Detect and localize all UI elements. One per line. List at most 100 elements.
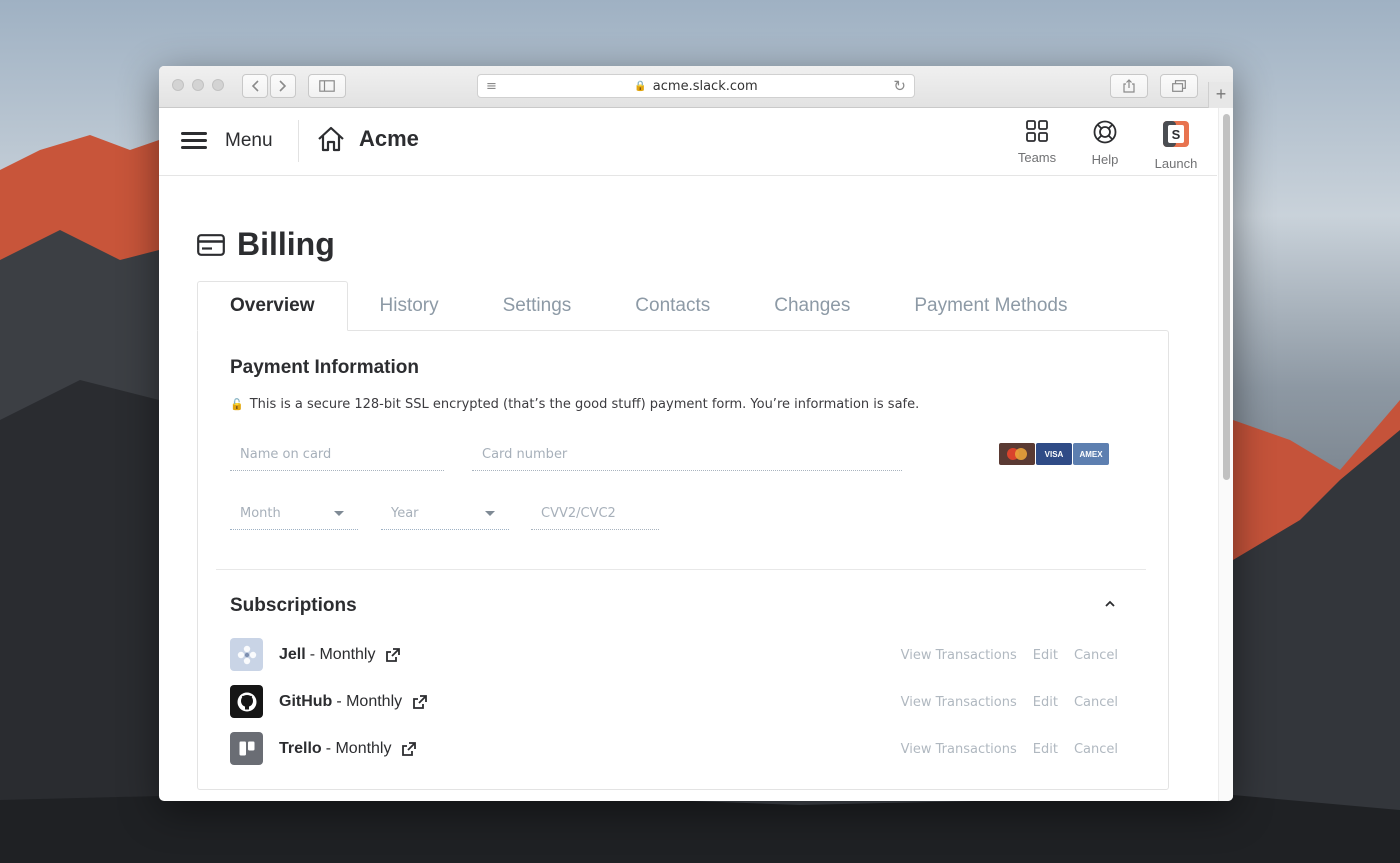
help-button[interactable]: Help (1075, 120, 1135, 167)
grid-icon (1026, 120, 1048, 142)
trello-logo-icon (230, 732, 263, 765)
new-tab-button[interactable]: + (1208, 82, 1233, 108)
credit-card-icon (197, 233, 225, 256)
tab-contacts[interactable]: Contacts (603, 281, 742, 331)
subscription-plan: - Monthly (325, 740, 392, 757)
payment-information-title: Payment Information (230, 357, 419, 378)
subscription-actions: View Transactions Edit Cancel (885, 695, 1118, 710)
reader-icon[interactable]: ≡ (486, 79, 497, 94)
svg-text:S: S (1172, 127, 1181, 142)
year-select-label: Year (391, 506, 419, 521)
chevron-left-icon (251, 80, 259, 92)
view-transactions-link[interactable]: View Transactions (901, 742, 1017, 757)
tab-history[interactable]: History (348, 281, 471, 331)
subscription-title: GitHub (279, 693, 333, 710)
page-heading: Billing (237, 226, 335, 262)
secure-note: 🔓 This is a secure 128-bit SSL encrypted… (230, 397, 919, 412)
browser-toolbar: ≡ 🔒 acme.slack.com ↻ (159, 66, 1233, 108)
subscription-row: Jell - Monthly View Transactions Edit Ca… (230, 638, 1118, 672)
year-select[interactable]: Year (381, 498, 509, 530)
cancel-link[interactable]: Cancel (1074, 742, 1118, 757)
view-transactions-link[interactable]: View Transactions (901, 648, 1017, 663)
back-button[interactable] (242, 74, 268, 98)
external-link-icon[interactable] (385, 647, 401, 663)
reload-icon[interactable]: ↻ (893, 77, 906, 95)
url-text: acme.slack.com (652, 78, 758, 94)
share-button[interactable] (1110, 74, 1148, 98)
close-window-button[interactable] (172, 79, 184, 91)
share-icon (1123, 79, 1135, 93)
subscription-actions: View Transactions Edit Cancel (885, 648, 1118, 663)
address-bar[interactable]: ≡ 🔒 acme.slack.com ↻ (477, 74, 915, 98)
caret-down-icon (334, 511, 344, 516)
collapse-button[interactable] (1104, 595, 1116, 611)
subscriptions-title: Subscriptions (230, 595, 357, 616)
subscription-name: GitHub - Monthly (279, 693, 428, 711)
caret-down-icon (485, 511, 495, 516)
cancel-link[interactable]: Cancel (1074, 695, 1118, 710)
header-divider (298, 120, 299, 162)
team-name: Acme (359, 126, 419, 151)
subscription-plan: - Monthly (336, 693, 403, 710)
teams-button[interactable]: Teams (1007, 120, 1067, 165)
edit-link[interactable]: Edit (1033, 742, 1058, 757)
edit-link[interactable]: Edit (1033, 695, 1058, 710)
launch-button[interactable]: S Launch (1146, 120, 1206, 171)
github-logo-icon (230, 685, 263, 718)
tabs-icon (1172, 80, 1186, 92)
month-select-label: Month (240, 506, 281, 521)
subscription-row: GitHub - Monthly View Transactions Edit … (230, 685, 1118, 719)
page-scrollbar[interactable] (1218, 108, 1233, 801)
scrollbar-thumb[interactable] (1223, 114, 1230, 480)
zoom-window-button[interactable] (212, 79, 224, 91)
section-divider (216, 569, 1146, 570)
tab-payment-methods[interactable]: Payment Methods (882, 281, 1099, 331)
cvv-field[interactable]: CVV2/CVC2 (531, 498, 659, 530)
tab-settings[interactable]: Settings (471, 281, 604, 331)
subscription-title: Jell (279, 646, 306, 663)
external-link-icon[interactable] (412, 694, 428, 710)
secure-note-text: This is a secure 128-bit SSL encrypted (… (249, 397, 920, 412)
edit-link[interactable]: Edit (1033, 648, 1058, 663)
accepted-cards: VISA AMEX (999, 443, 1110, 465)
amex-logo: AMEX (1073, 443, 1109, 465)
name-on-card-field[interactable]: Name on card (230, 439, 444, 471)
sidebar-icon (319, 80, 335, 92)
card-number-field[interactable]: Card number (472, 439, 902, 471)
visa-logo: VISA (1036, 443, 1072, 465)
tab-overview[interactable]: Overview (197, 281, 348, 331)
subscription-name: Trello - Monthly (279, 740, 417, 758)
teams-label: Teams (1017, 150, 1057, 165)
billing-tabs: Overview History Settings Contacts Chang… (197, 281, 1099, 331)
view-transactions-link[interactable]: View Transactions (901, 695, 1017, 710)
subscription-name: Jell - Monthly (279, 646, 401, 664)
home-icon (318, 126, 344, 152)
subscription-plan: - Monthly (309, 646, 376, 663)
sidebar-toggle-button[interactable] (308, 74, 346, 98)
lock-icon: 🔓 (230, 398, 244, 411)
cancel-link[interactable]: Cancel (1074, 648, 1118, 663)
lifebuoy-icon (1093, 120, 1117, 144)
forward-button[interactable] (270, 74, 296, 98)
chevron-right-icon (279, 80, 287, 92)
month-select[interactable]: Month (230, 498, 358, 530)
slack-launch-icon: S (1163, 121, 1189, 147)
page-title: Billing (197, 226, 335, 263)
menu-button[interactable]: Menu (181, 130, 273, 152)
launch-label: Launch (1154, 156, 1198, 171)
chevron-up-icon (1105, 600, 1115, 607)
subscription-title: Trello (279, 740, 322, 757)
subscription-actions: View Transactions Edit Cancel (885, 742, 1118, 757)
subscription-row: Trello - Monthly View Transactions Edit … (230, 732, 1118, 766)
tab-changes[interactable]: Changes (742, 281, 882, 331)
minimize-window-button[interactable] (192, 79, 204, 91)
team-home-link[interactable]: Acme (317, 126, 419, 152)
jell-logo-icon (230, 638, 263, 671)
browser-window: ≡ 🔒 acme.slack.com ↻ + Menu Acme Teams H… (159, 66, 1233, 801)
overview-panel: Payment Information 🔓 This is a secure 1… (197, 330, 1169, 790)
tabs-overview-button[interactable] (1160, 74, 1198, 98)
app-header: Menu Acme Teams Help S Launch (159, 108, 1217, 176)
mastercard-logo-icon (999, 443, 1035, 465)
external-link-icon[interactable] (401, 741, 417, 757)
help-label: Help (1091, 152, 1119, 167)
